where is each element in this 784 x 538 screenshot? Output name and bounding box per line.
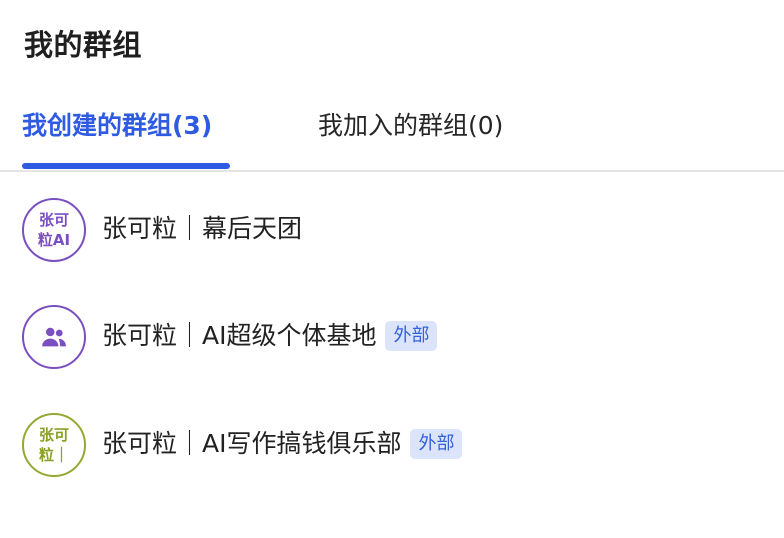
group-list-item[interactable]: 张可粒AI 张可粒｜幕后天团 (0, 195, 784, 267)
external-badge: 外部 (385, 321, 438, 351)
group-avatar (22, 305, 86, 369)
group-avatar-text: 张可粒｜ (38, 426, 69, 464)
group-avatar: 张可粒AI (22, 198, 86, 262)
group-tabs: 我创建的群组(3) 我加入的群组(0) (0, 108, 784, 172)
people-group-icon (42, 327, 66, 347)
group-name-row: 张可粒｜AI超级个体基地 外部 (102, 318, 438, 354)
group-name-row: 张可粒｜AI写作搞钱俱乐部 外部 (102, 426, 463, 462)
external-badge: 外部 (410, 429, 463, 459)
group-name: 张可粒｜AI写作搞钱俱乐部 (102, 429, 402, 458)
group-name-row: 张可粒｜幕后天团 (102, 211, 302, 247)
tab-joined-groups[interactable]: 我加入的群组(0) (318, 108, 503, 144)
group-list-item[interactable]: 张可粒｜AI超级个体基地 外部 (0, 302, 784, 374)
tab-created-groups[interactable]: 我创建的群组(3) (22, 108, 212, 144)
group-name: 张可粒｜AI超级个体基地 (102, 321, 377, 350)
active-tab-indicator (22, 163, 230, 169)
group-avatar-text: 张可粒AI (37, 211, 71, 249)
group-name: 张可粒｜幕后天团 (102, 214, 303, 243)
group-list-item[interactable]: 张可粒｜ 张可粒｜AI写作搞钱俱乐部 外部 (0, 410, 784, 482)
tabs-divider (0, 170, 784, 172)
my-groups-page: 我的群组 我创建的群组(3) 我加入的群组(0) 张可粒AI 张可粒｜幕后天团 … (0, 0, 784, 538)
group-avatar: 张可粒｜ (22, 413, 86, 477)
page-title: 我的群组 (24, 28, 143, 62)
